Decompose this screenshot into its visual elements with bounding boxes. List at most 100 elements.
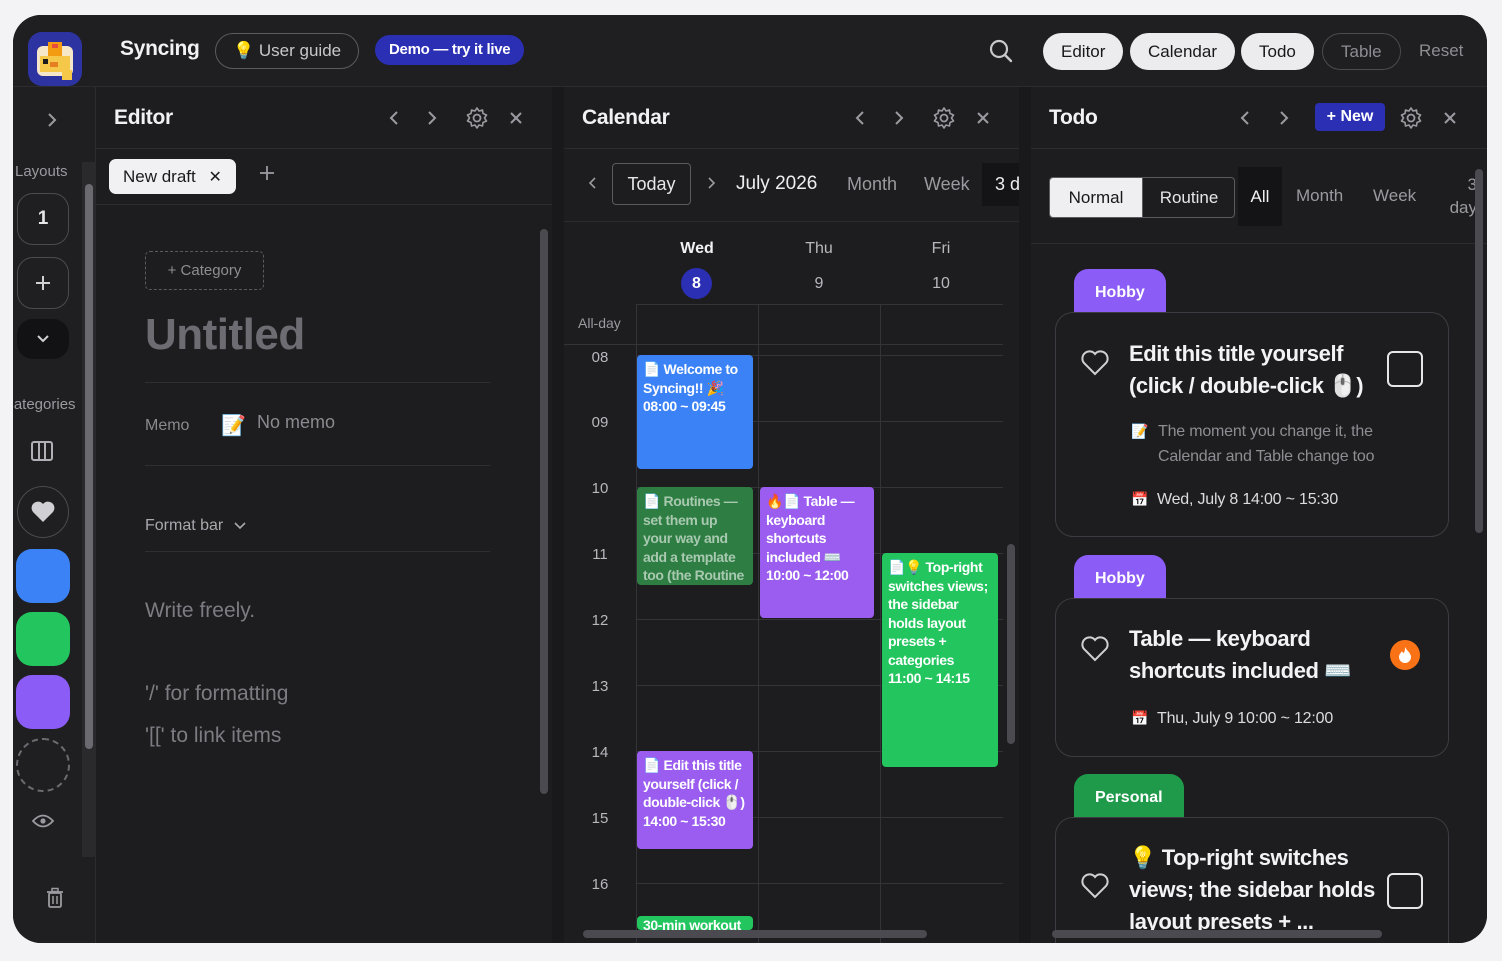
close-icon[interactable] bbox=[503, 105, 529, 131]
filter-week[interactable]: Week bbox=[1373, 186, 1416, 206]
mode-toggle: Normal Routine bbox=[1049, 177, 1235, 218]
view-toggle-calendar[interactable]: Calendar bbox=[1130, 33, 1235, 70]
more-layouts-button[interactable] bbox=[17, 319, 69, 359]
editor-scroll-thumb[interactable] bbox=[540, 229, 548, 794]
gear-icon[interactable] bbox=[464, 105, 490, 131]
gear-icon[interactable] bbox=[931, 105, 957, 131]
event-time: 10:00 ~ 12:00 bbox=[766, 567, 849, 583]
next-period-icon[interactable] bbox=[706, 175, 716, 196]
calendar-event[interactable]: 📄 Welcome to Syncing!! 🎉 08:00 ~ 09:45 bbox=[637, 355, 753, 469]
calendar-event[interactable]: 📄💡 Top-right switches views; the sidebar… bbox=[882, 553, 998, 767]
todo-title[interactable]: Table — keyboard shortcuts included ⌨️ bbox=[1129, 623, 1352, 687]
layout-preset-1[interactable]: 1 bbox=[17, 193, 69, 245]
view-toggle-editor[interactable]: Editor bbox=[1043, 33, 1124, 70]
add-category-button[interactable] bbox=[16, 738, 70, 792]
hour-label: 15 bbox=[591, 810, 609, 827]
filter-all[interactable]: All bbox=[1238, 167, 1282, 226]
chevron-right-icon[interactable] bbox=[886, 105, 912, 131]
heart-icon[interactable] bbox=[1080, 349, 1110, 377]
panel-separator[interactable] bbox=[552, 87, 564, 943]
close-tab-icon[interactable]: ✕ bbox=[208, 169, 221, 186]
event-time: 08:00 ~ 09:45 bbox=[643, 398, 726, 414]
editor-scrollbar[interactable] bbox=[539, 219, 549, 937]
app-window: Syncing 💡 User guide Demo — try it live … bbox=[13, 15, 1487, 943]
new-todo-button[interactable]: + New bbox=[1315, 103, 1385, 131]
editor-panel: Editor New draft ✕ + Category Untitled M… bbox=[96, 87, 552, 943]
search-icon[interactable] bbox=[987, 37, 1015, 65]
divider bbox=[145, 551, 490, 552]
reset-button[interactable]: Reset bbox=[1419, 41, 1463, 61]
sidebar-scrollbar[interactable] bbox=[82, 162, 96, 857]
eye-icon[interactable] bbox=[31, 814, 55, 833]
todo-card[interactable]: Edit this title yourself (click / double… bbox=[1055, 312, 1449, 537]
view-week-button[interactable]: Week bbox=[924, 174, 970, 195]
calendar-event[interactable]: 🔥📄 Table — keyboard shortcuts included ⌨… bbox=[760, 487, 874, 618]
demo-badge[interactable]: Demo — try it live bbox=[375, 35, 525, 65]
prev-period-icon[interactable] bbox=[588, 175, 598, 196]
category-green[interactable] bbox=[16, 612, 70, 666]
event-time: 14:00 ~ 15:30 bbox=[643, 812, 726, 829]
close-icon[interactable] bbox=[970, 105, 996, 131]
top-bar: Syncing 💡 User guide Demo — try it live … bbox=[13, 15, 1487, 87]
todo-checkbox[interactable] bbox=[1387, 873, 1423, 909]
mode-routine[interactable]: Routine bbox=[1142, 178, 1234, 217]
close-icon[interactable] bbox=[1437, 105, 1463, 131]
heart-icon[interactable] bbox=[1080, 635, 1110, 663]
event-title: 📄 Edit this title yourself (click / doub… bbox=[643, 757, 745, 810]
columns-icon[interactable] bbox=[31, 441, 53, 466]
todo-title[interactable]: Edit this title yourself (click / double… bbox=[1129, 338, 1364, 402]
memo-value[interactable]: No memo bbox=[257, 412, 335, 433]
todo-card[interactable]: 💡 Top-right switches views; the sidebar … bbox=[1055, 817, 1449, 943]
chevron-left-icon[interactable] bbox=[1232, 105, 1258, 131]
day-number-today[interactable]: 8 bbox=[681, 268, 712, 299]
favorites-category[interactable] bbox=[17, 486, 69, 538]
day-number[interactable]: 10 bbox=[880, 275, 1002, 293]
chevron-left-icon[interactable] bbox=[847, 105, 873, 131]
new-tab-icon[interactable] bbox=[258, 164, 276, 187]
document-title[interactable]: Untitled bbox=[145, 310, 305, 360]
todo-title[interactable]: 💡 Top-right switches views; the sidebar … bbox=[1129, 842, 1375, 938]
chevron-right-icon[interactable] bbox=[419, 105, 445, 131]
category-blue[interactable] bbox=[16, 549, 70, 603]
today-button[interactable]: Today bbox=[612, 163, 691, 205]
fire-icon[interactable] bbox=[1390, 640, 1420, 670]
body-placeholder[interactable]: Write freely. bbox=[145, 599, 255, 623]
filter-3day[interactable]: 3 day bbox=[1437, 173, 1477, 219]
view-3day-button[interactable]: 3 d bbox=[982, 163, 1019, 206]
chevron-left-icon[interactable] bbox=[381, 105, 407, 131]
todo-title-line: (click / double-click 🖱️) bbox=[1129, 373, 1364, 398]
day-name: Thu bbox=[805, 240, 833, 257]
view-toggle-table[interactable]: Table bbox=[1322, 33, 1401, 70]
day-number[interactable]: 9 bbox=[758, 275, 880, 293]
calendar-event[interactable]: 📄 Routines — set them up your way and ad… bbox=[637, 487, 753, 585]
tab-new-draft[interactable]: New draft ✕ bbox=[109, 159, 236, 194]
add-category-button[interactable]: + Category bbox=[145, 251, 264, 290]
category-purple[interactable] bbox=[16, 675, 70, 729]
view-month-button[interactable]: Month bbox=[847, 174, 897, 195]
todo-checkbox[interactable] bbox=[1387, 351, 1423, 387]
user-guide-button[interactable]: 💡 User guide bbox=[215, 33, 360, 69]
todo-scroll-thumb[interactable] bbox=[1475, 169, 1483, 533]
calendar-event[interactable]: 30-min workout bbox=[637, 916, 753, 930]
expand-sidebar-icon[interactable] bbox=[45, 111, 59, 134]
tab-label: New draft bbox=[123, 167, 196, 186]
filter-month[interactable]: Month bbox=[1296, 186, 1343, 206]
panel-separator[interactable] bbox=[1019, 87, 1031, 943]
todo-hscroll-thumb[interactable] bbox=[1052, 930, 1382, 938]
add-layout-button[interactable] bbox=[17, 257, 69, 309]
todo-card[interactable]: Table — keyboard shortcuts included ⌨️ 📅… bbox=[1055, 598, 1449, 757]
calendar-hscroll-thumb[interactable] bbox=[583, 930, 927, 938]
hour-label: 12 bbox=[591, 612, 609, 629]
trash-icon[interactable] bbox=[45, 887, 65, 914]
sidebar-scroll-thumb[interactable] bbox=[85, 184, 93, 749]
gear-icon[interactable] bbox=[1398, 105, 1424, 131]
event-title: 30-min workout bbox=[643, 917, 741, 930]
chevron-right-icon[interactable] bbox=[1271, 105, 1297, 131]
calendar-event[interactable]: 📄 Edit this title yourself (click / doub… bbox=[637, 751, 753, 849]
heart-icon[interactable] bbox=[1080, 872, 1110, 900]
view-toggle-todo[interactable]: Todo bbox=[1241, 33, 1314, 70]
mode-normal[interactable]: Normal bbox=[1050, 178, 1142, 217]
calendar-scroll-thumb[interactable] bbox=[1007, 544, 1015, 744]
app-logo[interactable] bbox=[28, 32, 82, 86]
format-bar-toggle[interactable]: Format bar bbox=[145, 517, 246, 535]
